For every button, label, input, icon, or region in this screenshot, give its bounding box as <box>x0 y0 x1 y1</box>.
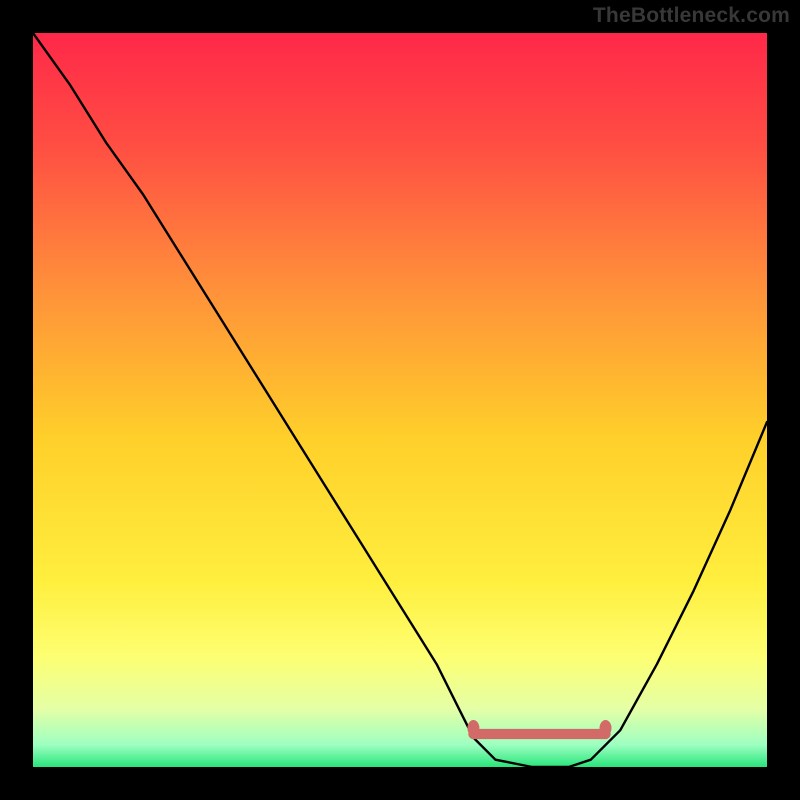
plot-area <box>33 33 767 767</box>
gradient-background <box>33 33 767 767</box>
chart-frame: TheBottleneck.com <box>0 0 800 800</box>
bottleneck-plot-svg <box>33 33 767 767</box>
watermark-label: TheBottleneck.com <box>593 4 790 28</box>
